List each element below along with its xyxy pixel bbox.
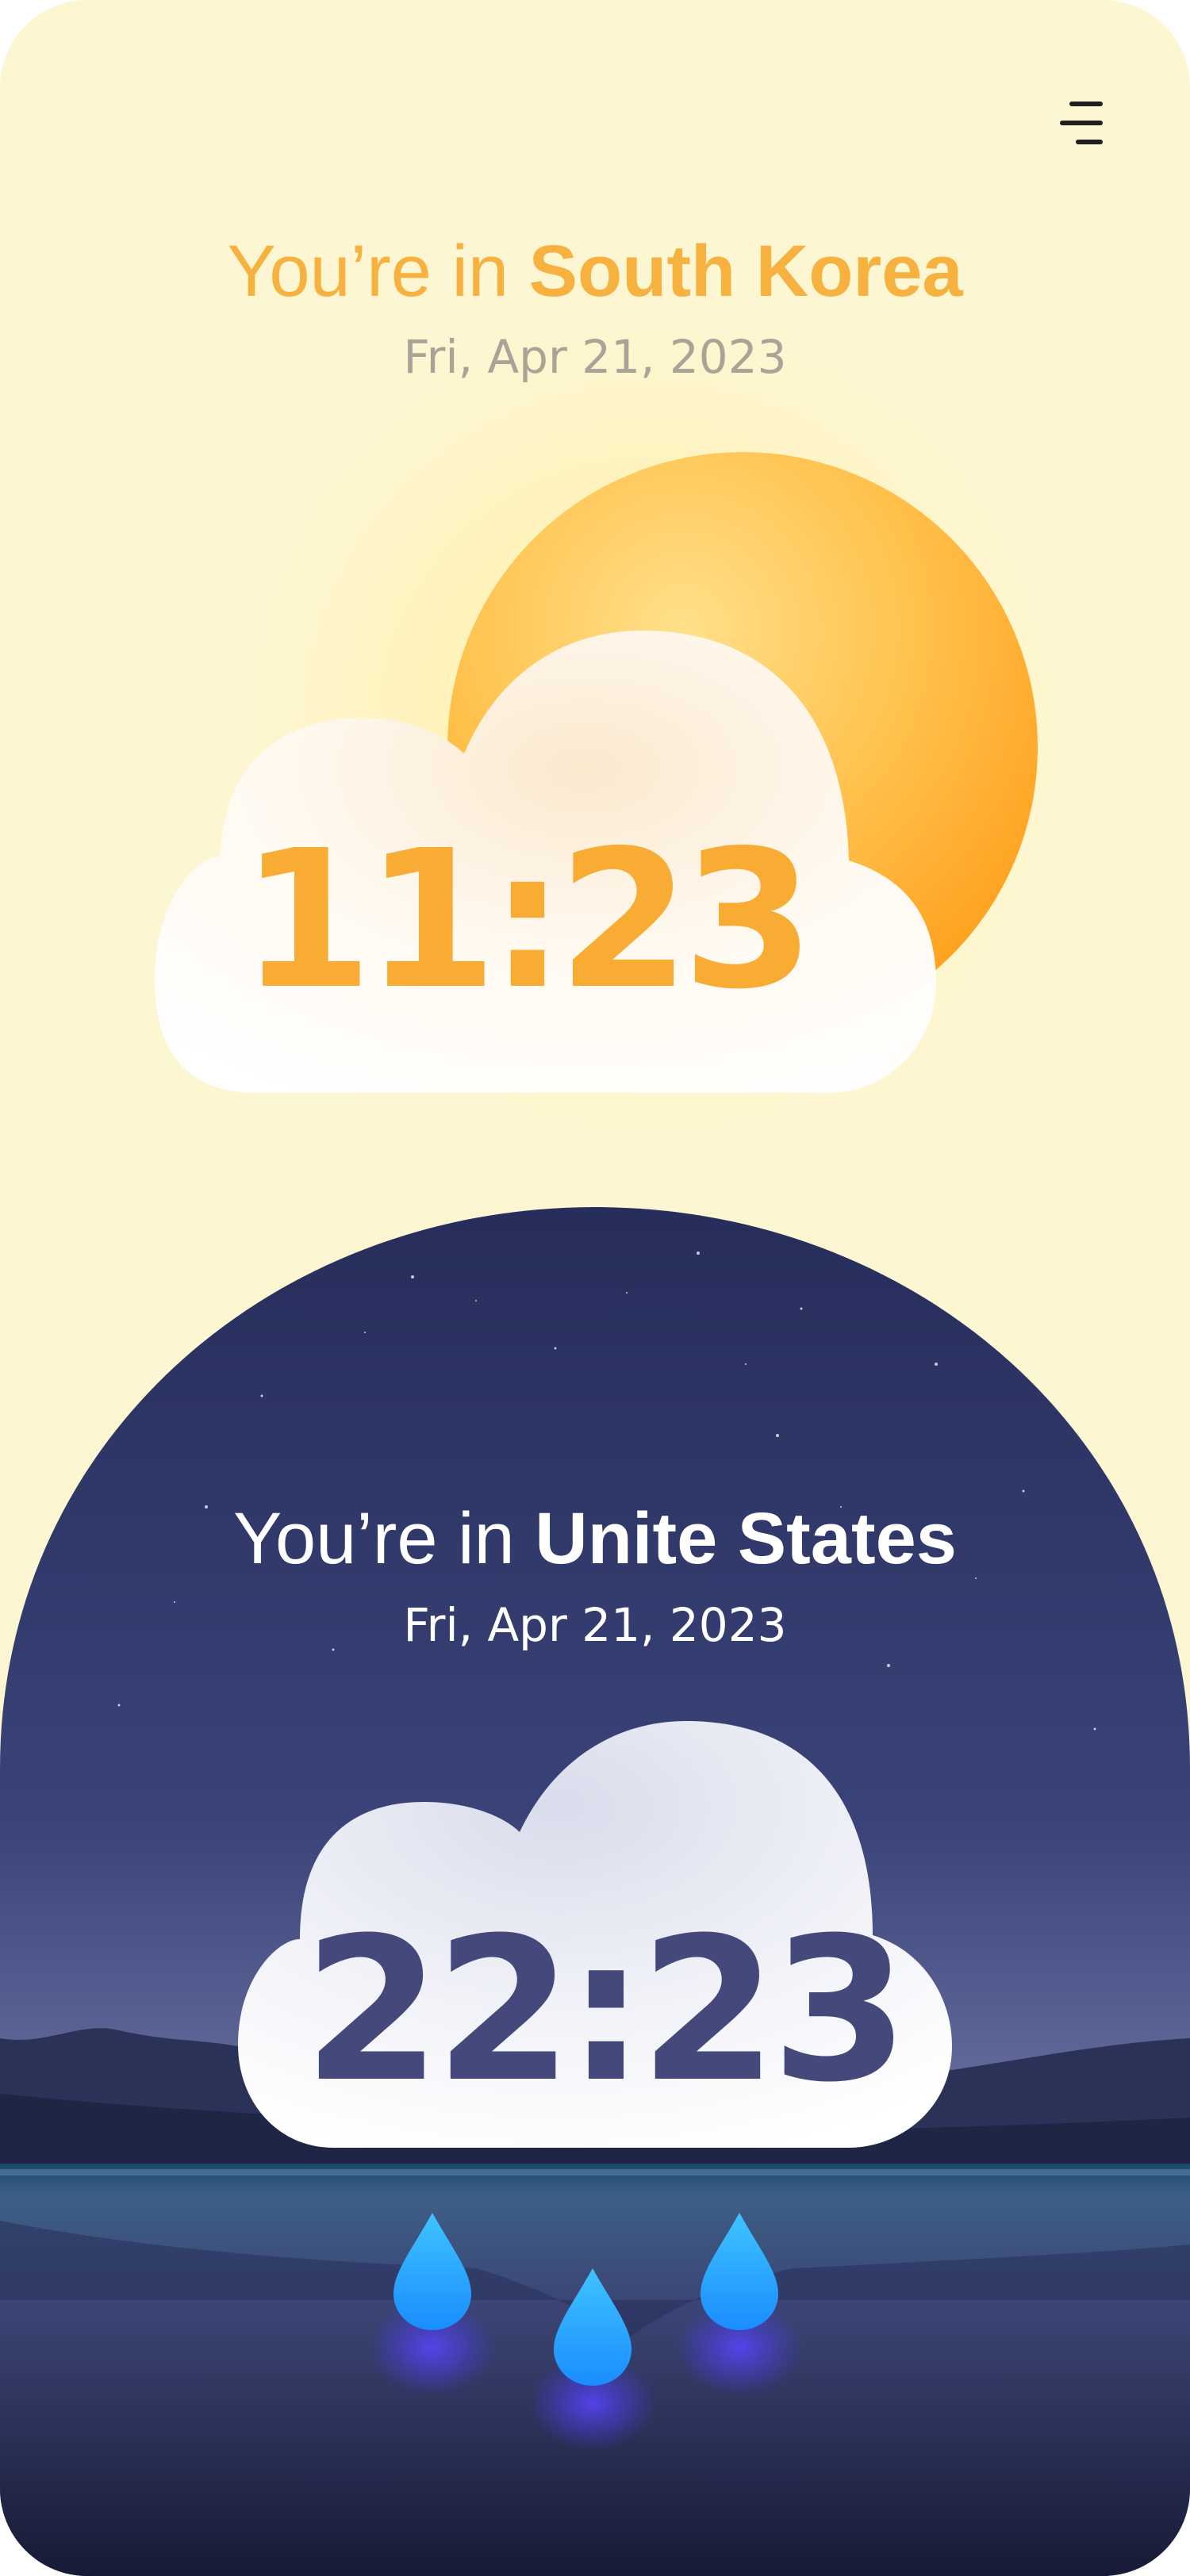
primary-location: You’re in South Korea [0,224,1190,319]
secondary-location-prefix: You’re in [233,1498,536,1579]
primary-date: Fri, Apr 21, 2023 [403,330,787,384]
secondary-location: You’re in Unite States [0,1491,1190,1586]
secondary-time: 22:23 [303,1895,909,2126]
menu-icon[interactable] [1060,98,1107,154]
primary-location-name: South Korea [528,231,963,312]
secondary-date: Fri, Apr 21, 2023 [403,1598,787,1652]
secondary-location-name: Unite States [535,1498,957,1579]
weather-clock-screen: You’re in South Korea Fri, Apr 21, 2023 … [0,0,1190,2576]
scene-artwork [0,254,1190,2576]
primary-time: 11:23 [240,809,815,1031]
primary-location-prefix: You’re in [227,231,529,312]
